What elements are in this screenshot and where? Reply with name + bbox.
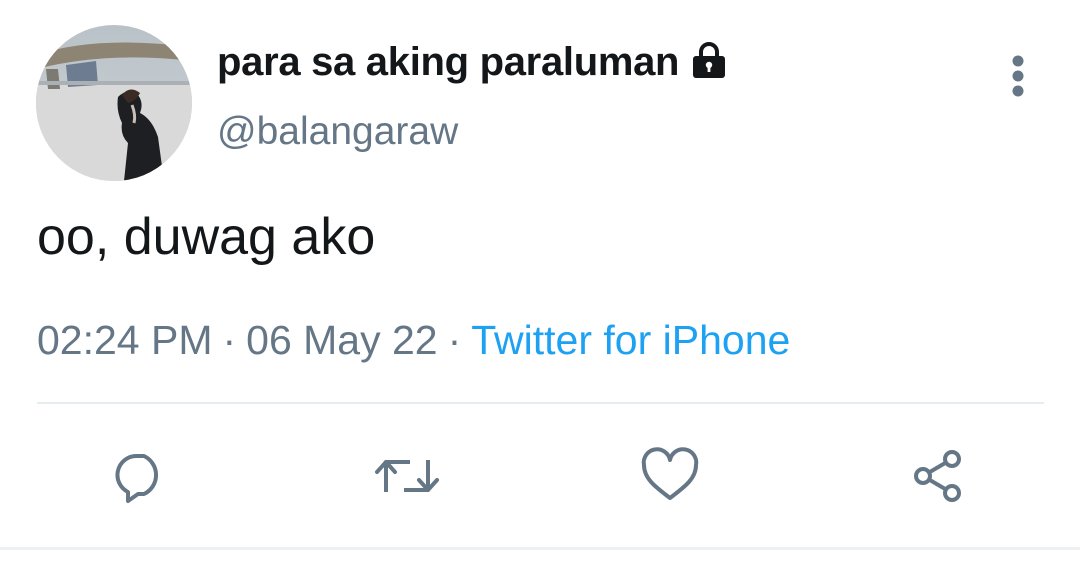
more-vertical-icon bbox=[1012, 55, 1024, 97]
share-button[interactable] bbox=[908, 446, 968, 506]
author-handle[interactable]: @balangaraw bbox=[217, 110, 458, 154]
like-button[interactable] bbox=[640, 446, 700, 506]
meta-separator: · bbox=[447, 317, 462, 363]
bottom-divider bbox=[0, 547, 1080, 550]
reply-icon bbox=[115, 454, 158, 503]
divider bbox=[37, 402, 1044, 404]
retweet-icon bbox=[375, 460, 439, 492]
reply-button[interactable] bbox=[110, 446, 170, 506]
lock-icon bbox=[689, 41, 729, 81]
tweet-source-link[interactable]: Twitter for iPhone bbox=[471, 317, 790, 364]
display-name[interactable]: para sa aking paraluman bbox=[217, 40, 679, 85]
tweet-date: 06 May 22 bbox=[246, 317, 438, 363]
author-name-row: para sa aking paraluman bbox=[217, 40, 729, 85]
tweet-meta: 02:24 PM · 06 May 22 · Twitter for iPhon… bbox=[37, 317, 790, 364]
heart-icon bbox=[641, 447, 699, 500]
more-options-button[interactable] bbox=[996, 52, 1040, 100]
meta-separator: · bbox=[222, 317, 237, 363]
retweet-button[interactable] bbox=[372, 446, 439, 506]
share-icon bbox=[914, 450, 961, 502]
tweet-detail: para sa aking paraluman @balangaraw oo, … bbox=[0, 0, 1080, 567]
tweet-text: oo, duwag ako bbox=[37, 208, 376, 266]
avatar-photo bbox=[36, 25, 192, 181]
avatar[interactable] bbox=[36, 25, 192, 181]
tweet-time: 02:24 PM bbox=[37, 317, 213, 363]
